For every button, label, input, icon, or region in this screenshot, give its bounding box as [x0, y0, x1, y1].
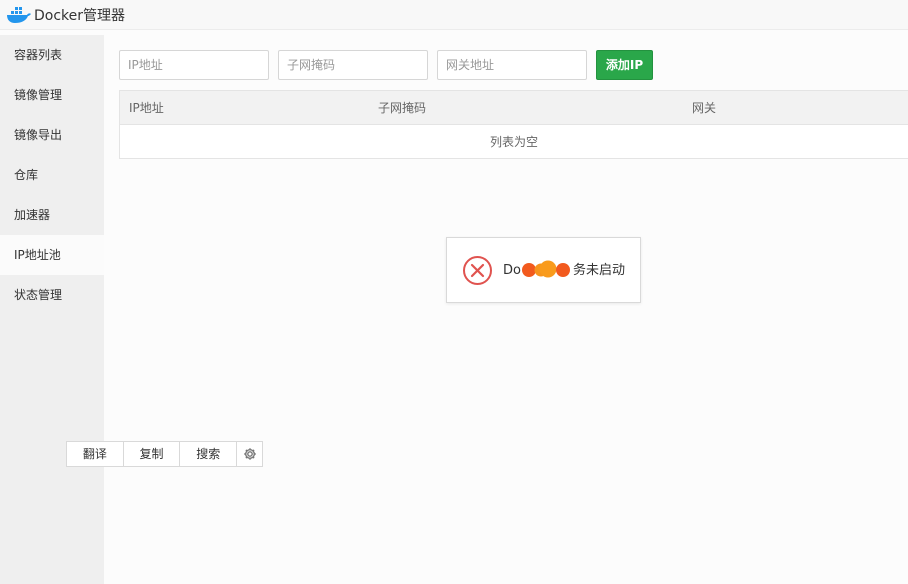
table-empty-message: 列表为空 — [489, 135, 538, 149]
docker-whale-icon — [7, 6, 31, 23]
subnet-mask-input[interactable] — [278, 50, 428, 80]
title-bar: Docker管理器 — [0, 0, 908, 30]
ip-table: IP地址 子网掩码 网关 列表为空 — [119, 90, 908, 159]
sidebar-item-repository[interactable]: 仓库 — [0, 155, 104, 195]
copy-button[interactable]: 复制 — [124, 442, 181, 466]
error-circle-x-icon — [463, 256, 492, 285]
add-ip-button[interactable]: 添加IP — [596, 50, 653, 80]
table-header: IP地址 子网掩码 网关 — [120, 91, 908, 125]
gear-icon[interactable] — [237, 442, 262, 466]
redaction-blot — [522, 260, 570, 278]
sidebar-item-accelerator[interactable]: 加速器 — [0, 195, 104, 235]
sidebar-item-image-export[interactable]: 镜像导出 — [0, 115, 104, 155]
column-gateway: 网关 — [692, 101, 717, 115]
column-subnet-mask: 子网掩码 — [378, 101, 427, 115]
gateway-input[interactable] — [437, 50, 587, 80]
sidebar-item-ip-pool[interactable]: IP地址池 — [0, 235, 104, 275]
column-ip-address: IP地址 — [129, 101, 164, 115]
search-button[interactable]: 搜索 — [180, 442, 238, 466]
translate-button[interactable]: 翻译 — [67, 442, 124, 466]
sidebar-item-status[interactable]: 状态管理 — [0, 275, 104, 315]
error-message-suffix: 务未启动 — [572, 263, 625, 278]
sidebar-item-images[interactable]: 镜像管理 — [0, 75, 104, 115]
selection-context-menu: 翻译 复制 搜索 — [66, 441, 263, 467]
app-title: Docker管理器 — [34, 7, 126, 24]
ip-address-input[interactable] — [119, 50, 269, 80]
error-toast: Do 务未启动 — [446, 237, 641, 303]
error-message-prefix: Do — [503, 263, 521, 278]
sidebar-item-containers[interactable]: 容器列表 — [0, 35, 104, 75]
sidebar: 容器列表 镜像管理 镜像导出 仓库 加速器 IP地址池 状态管理 — [0, 35, 104, 584]
